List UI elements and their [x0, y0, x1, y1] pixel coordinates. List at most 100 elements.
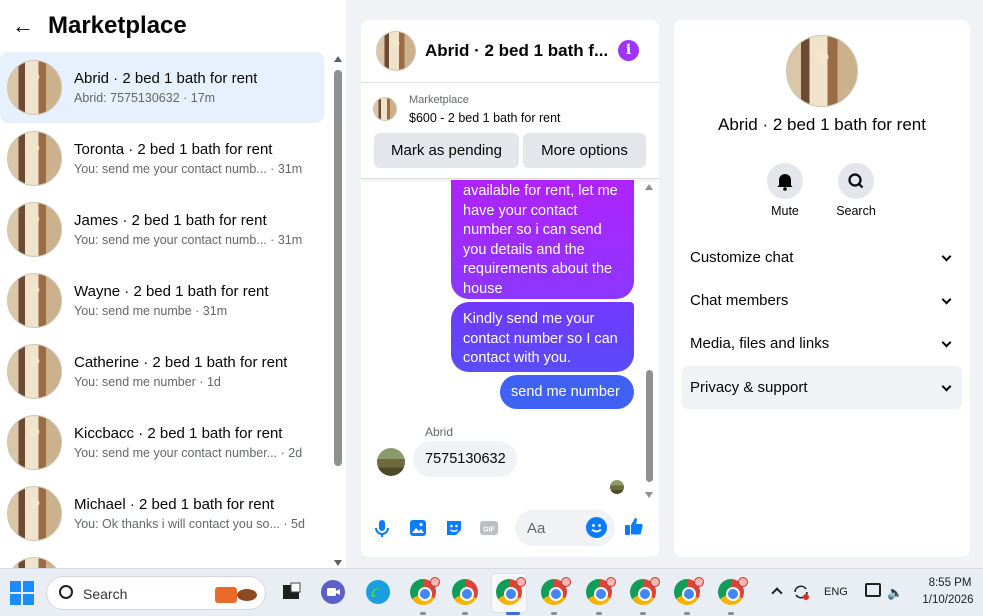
info-icon[interactable]: i: [618, 40, 639, 61]
microphone-icon[interactable]: [371, 517, 393, 539]
conversation-item[interactable]: Michael · 2 bed 1 bath for rent You: Ok …: [0, 478, 324, 549]
media-files-links-row[interactable]: Media, files and links: [682, 322, 962, 365]
svg-text:GIF: GIF: [483, 527, 495, 534]
taskbar-search[interactable]: Search: [46, 576, 266, 610]
file-explorer-icon[interactable]: [278, 579, 304, 605]
conversation-title: Catherine · 2 bed 1 bath for rent: [74, 354, 288, 371]
outgoing-message: send me number: [500, 375, 634, 409]
taskbar-search-label: Search: [83, 586, 128, 602]
gif-icon[interactable]: GIF: [478, 517, 500, 539]
search-button[interactable]: Search: [826, 163, 886, 218]
scroll-down-icon[interactable]: [334, 560, 342, 566]
conversation-item[interactable]: Catherine · 2 bed 1 bath for rent You: s…: [0, 336, 324, 407]
back-arrow-icon[interactable]: ←: [12, 15, 34, 37]
teams-meet-icon[interactable]: [320, 579, 346, 605]
windows-start-icon[interactable]: [10, 581, 34, 605]
conversation-item[interactable]: Kiccbacc · 2 bed 1 bath for rent You: se…: [0, 407, 324, 478]
bell-icon: [767, 163, 803, 199]
left-header: ← Marketplace: [0, 0, 346, 52]
photo-icon[interactable]: [407, 517, 429, 539]
row-label: Privacy & support: [690, 379, 808, 396]
conversation-item[interactable]: Abrid · 2 bed 1 bath for rent Abrid: 757…: [0, 52, 324, 123]
listing-thumbnail[interactable]: [373, 97, 397, 121]
avatar: [7, 273, 62, 328]
conversation-title: Kiccbacc · 2 bed 1 bath for rent: [74, 425, 283, 442]
scroll-up-icon[interactable]: [645, 184, 653, 190]
running-indicator: [506, 612, 520, 615]
listing-card: Marketplace $600 - 2 bed 1 bath for rent…: [361, 83, 659, 179]
clock-date[interactable]: 1/10/2026: [916, 594, 980, 606]
sender-avatar: [377, 448, 405, 476]
avatar: [7, 131, 62, 186]
profile-avatar[interactable]: [786, 35, 858, 107]
conversation-scrollbar[interactable]: [332, 52, 344, 568]
chat-scrollbar[interactable]: [643, 180, 655, 502]
scroll-up-icon[interactable]: [334, 56, 342, 62]
chrome-icon[interactable]: [410, 577, 440, 605]
profile-badge-icon: [606, 577, 616, 587]
edge-icon[interactable]: [365, 579, 391, 605]
profile-badge-icon: [694, 577, 704, 587]
chrome-icon[interactable]: [541, 577, 571, 605]
conversation-title: Wayne · 2 bed 1 bath for rent: [74, 283, 269, 300]
chat-title[interactable]: Abrid · 2 bed 1 bath f...: [425, 41, 607, 61]
volume-icon[interactable]: 🔈: [887, 585, 903, 601]
profile-badge-icon: [430, 577, 440, 587]
profile-badge-icon: [561, 577, 571, 587]
football-widget-icon[interactable]: [215, 584, 259, 606]
mark-as-pending-button[interactable]: Mark as pending: [374, 133, 519, 168]
mute-button[interactable]: Mute: [755, 163, 815, 218]
chrome-icon[interactable]: [674, 577, 704, 605]
seen-indicator-avatar: [610, 480, 624, 494]
row-label: Chat members: [690, 292, 789, 309]
chrome-icon[interactable]: [586, 577, 616, 605]
emoji-icon[interactable]: [586, 517, 607, 538]
chrome-icon[interactable]: [496, 577, 526, 605]
row-label: Customize chat: [690, 249, 794, 266]
network-icon[interactable]: [865, 583, 881, 597]
conversation-item[interactable]: Wayne · 2 bed 1 bath for rent You: send …: [0, 265, 324, 336]
profile-name: Abrid · 2 bed 1 bath for rent: [718, 115, 926, 134]
language-indicator[interactable]: ENG: [824, 586, 848, 598]
search-icon: [59, 585, 73, 599]
chevron-down-icon: [941, 294, 952, 305]
customize-chat-row[interactable]: Customize chat: [682, 236, 962, 279]
sticker-icon[interactable]: [443, 517, 465, 539]
avatar: [7, 202, 62, 257]
conversation-list: Abrid · 2 bed 1 bath for rent Abrid: 757…: [0, 52, 324, 568]
chrome-icon[interactable]: [452, 579, 478, 605]
conversation-preview: You: send me your contact numb... · 31m: [74, 233, 303, 247]
chrome-icon[interactable]: [718, 577, 748, 605]
incoming-message: 7575130632: [413, 441, 517, 477]
privacy-support-row[interactable]: Privacy & support: [682, 366, 962, 409]
conversation-preview: You: send me your contact number... · 2d: [74, 446, 303, 460]
chat-header: Abrid · 2 bed 1 bath f... i: [361, 20, 659, 83]
chat-members-row[interactable]: Chat members: [682, 279, 962, 322]
scroll-thumb[interactable]: [646, 370, 653, 482]
chevron-down-icon: [941, 337, 952, 348]
more-options-button[interactable]: More options: [523, 133, 646, 168]
chrome-icon[interactable]: [630, 577, 660, 605]
scroll-down-icon[interactable]: [645, 492, 653, 498]
chevron-up-icon[interactable]: [771, 587, 783, 599]
chevron-down-icon: [941, 251, 952, 262]
clock-time[interactable]: 8:55 PM: [920, 577, 980, 589]
scroll-thumb[interactable]: [334, 70, 342, 466]
conversation-item-partial[interactable]: [0, 549, 324, 568]
avatar: [7, 60, 62, 115]
conversation-panel: ← Marketplace Abrid · 2 bed 1 bath for r…: [0, 0, 346, 568]
search-label: Search: [836, 204, 876, 218]
avatar[interactable]: [376, 31, 416, 71]
conversation-preview: Abrid: 7575130632 · 17m: [74, 91, 216, 105]
conversation-title: James · 2 bed 1 bath for rent: [74, 212, 267, 229]
avatar: [7, 557, 62, 568]
outgoing-message: Kindly send me your contact number so I …: [451, 302, 634, 372]
thumbs-up-icon[interactable]: [623, 515, 645, 537]
conversation-item[interactable]: Toronta · 2 bed 1 bath for rent You: sen…: [0, 123, 324, 194]
conversation-preview: You: Ok thanks i will contact you so... …: [74, 517, 305, 531]
listing-item[interactable]: $600 - 2 bed 1 bath for rent: [409, 111, 561, 125]
conversation-item[interactable]: James · 2 bed 1 bath for rent You: send …: [0, 194, 324, 265]
profile-badge-icon: [738, 577, 748, 587]
sync-icon[interactable]: [792, 583, 810, 601]
profile-badge-icon: [650, 577, 660, 587]
